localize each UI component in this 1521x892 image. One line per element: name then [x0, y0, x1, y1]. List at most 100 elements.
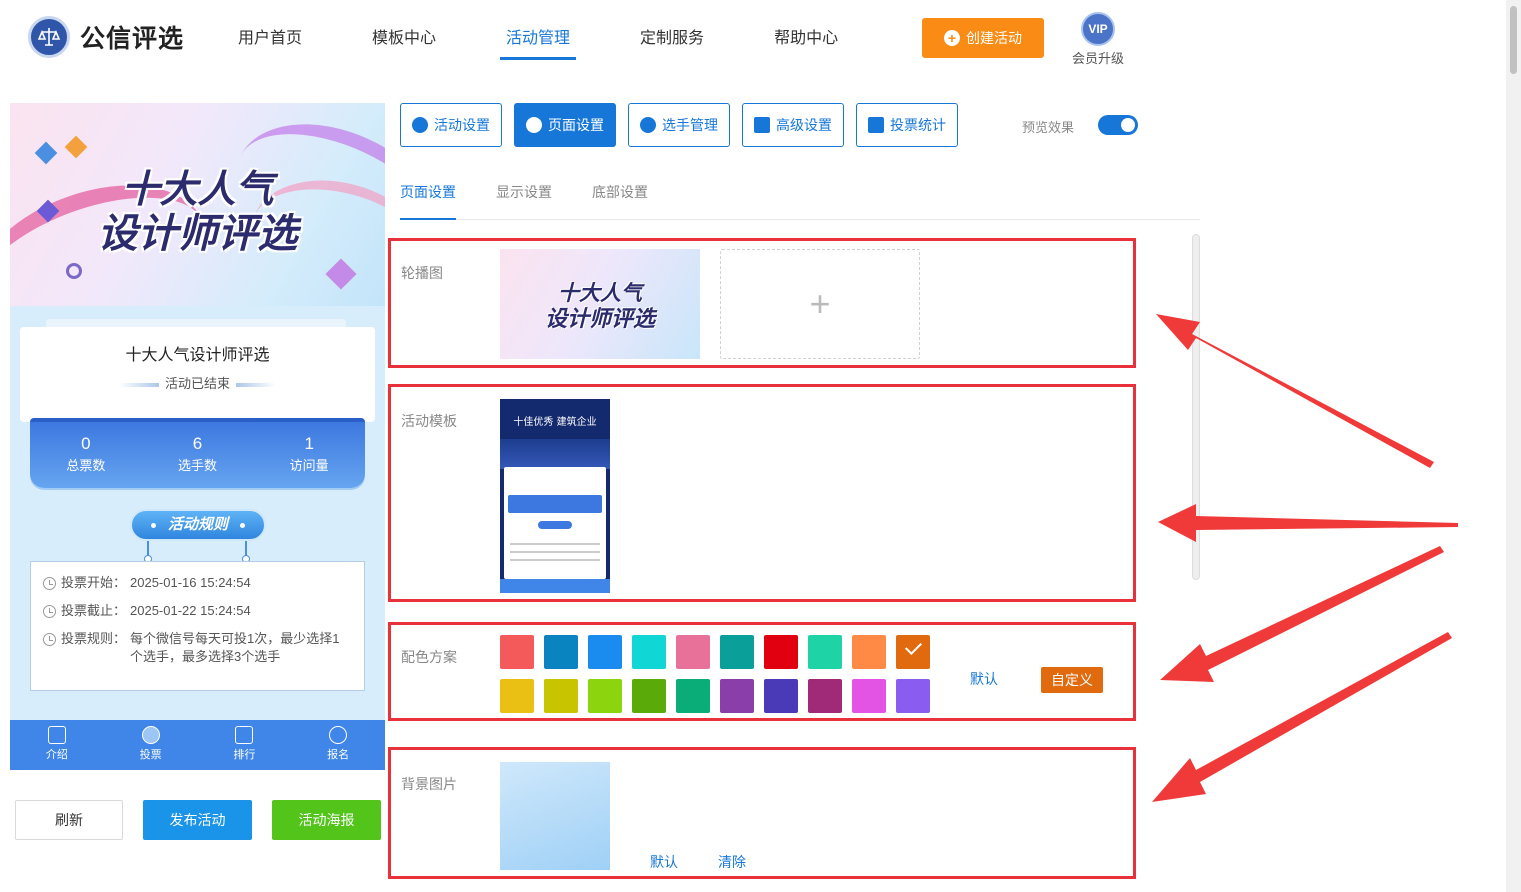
subtab-display-settings[interactable]: 显示设置 — [496, 182, 552, 220]
nav-item-activity-management[interactable]: 活动管理 — [500, 28, 577, 60]
color-swatch[interactable] — [720, 679, 754, 713]
color-swatch[interactable] — [896, 635, 930, 669]
template-thumbnail[interactable]: 十佳优秀 建筑企业 — [500, 399, 610, 593]
color-swatch[interactable] — [588, 635, 622, 669]
template-thumb-title: 十佳优秀 建筑企业 — [513, 417, 597, 428]
color-swatch[interactable] — [808, 679, 842, 713]
rule-row: 投票截止： 2025-01-22 15:24:54 — [43, 602, 352, 620]
color-swatch[interactable] — [852, 679, 886, 713]
clock-icon — [43, 577, 56, 590]
document-icon — [47, 726, 66, 744]
tab-label: 投票 — [139, 749, 162, 761]
vip-upgrade-label: 会员升级 — [1071, 51, 1124, 66]
preview-effect-toggle[interactable] — [1098, 115, 1138, 135]
stat-label: 选手数 — [178, 458, 218, 473]
tab-advanced-settings[interactable]: 高级设置 — [742, 103, 844, 147]
tab-label: 介绍 — [45, 749, 68, 761]
tab-activity-settings[interactable]: 活动设置 — [400, 103, 502, 147]
color-swatch[interactable] — [896, 679, 930, 713]
color-swatch[interactable] — [544, 635, 578, 669]
nav-item-home[interactable]: 用户首页 — [238, 28, 302, 60]
background-clear-link[interactable]: 清除 — [718, 852, 746, 872]
gear-icon — [526, 117, 542, 133]
color-swatch[interactable] — [808, 635, 842, 669]
rules-title: 活动规则 — [167, 516, 228, 533]
color-swatch[interactable] — [676, 635, 710, 669]
preview-tab-signup[interactable]: 报名 — [291, 720, 385, 770]
color-swatch[interactable] — [720, 635, 754, 669]
color-swatch[interactable] — [676, 679, 710, 713]
page-settings-subtabs: 页面设置 显示设置 底部设置 — [400, 182, 1200, 220]
rule-key: 投票开始： — [61, 575, 127, 590]
tab-label: 报名 — [327, 749, 350, 761]
plus-circle-icon: + — [944, 30, 960, 46]
rule-row: 投票开始： 2025-01-16 15:24:54 — [43, 574, 352, 592]
color-scheme-section: 配色方案 默认 自定义 — [388, 622, 1136, 721]
carousel-section: 轮播图 十大人气 设计师评选 + — [388, 238, 1136, 368]
color-swatch[interactable] — [632, 635, 666, 669]
color-swatch[interactable] — [500, 679, 534, 713]
color-swatch[interactable] — [544, 679, 578, 713]
color-swatch[interactable] — [500, 635, 534, 669]
activity-poster-button[interactable]: 活动海报 — [272, 800, 381, 840]
preview-banner: 十大人气 设计师评选 — [10, 103, 385, 306]
clock-icon — [43, 605, 56, 618]
nav-item-templates[interactable]: 模板中心 — [372, 28, 436, 60]
logo[interactable]: 公信评选 — [28, 16, 184, 58]
color-swatch[interactable] — [588, 679, 622, 713]
color-swatch[interactable] — [852, 635, 886, 669]
create-activity-button[interactable]: + 创建活动 — [922, 18, 1044, 58]
color-swatch[interactable] — [764, 635, 798, 669]
tool-label: 活动设置 — [434, 117, 490, 133]
chart-icon — [235, 726, 254, 744]
activity-title: 十大人气设计师评选 — [125, 347, 270, 364]
page-scrollbar-thumb[interactable] — [1510, 6, 1517, 74]
carousel-label: 轮播图 — [401, 265, 443, 281]
nav-item-help[interactable]: 帮助中心 — [774, 28, 838, 60]
arrow-to-template — [1158, 504, 1458, 542]
background-image-thumbnail[interactable] — [500, 762, 610, 870]
publish-activity-button[interactable]: 发布活动 — [143, 800, 252, 840]
stat-visits: 1 访问量 — [253, 422, 365, 488]
activity-status: 活动已结束 — [20, 373, 375, 392]
tool-label: 选手管理 — [662, 117, 718, 133]
star-icon — [412, 117, 428, 133]
mobile-preview: 十大人气 设计师评选 十大人气设计师评选 活动已结束 0 总票数 6 选手数 1… — [10, 103, 385, 770]
stat-value: 6 — [192, 434, 203, 453]
preview-tab-intro[interactable]: 介绍 — [10, 720, 104, 770]
stat-value: 0 — [81, 434, 91, 453]
tab-contestant-management[interactable]: 选手管理 — [628, 103, 730, 147]
refresh-button[interactable]: 刷新 — [15, 800, 123, 840]
vip-upgrade[interactable]: VIP 会员升级 — [1068, 12, 1128, 67]
rule-value: 2025-01-22 15:24:54 — [130, 603, 251, 618]
subtab-page-settings[interactable]: 页面设置 — [400, 182, 456, 220]
tool-label: 页面设置 — [548, 117, 604, 133]
rule-row: 投票规则： 每个微信号每天可投1次，最少选择1个选手，最多选择3个选手 — [43, 630, 352, 666]
color-custom-button[interactable]: 自定义 — [1041, 667, 1103, 693]
tab-page-settings[interactable]: 页面设置 — [514, 103, 616, 147]
stat-total-votes: 0 总票数 — [30, 422, 142, 488]
add-carousel-image-button[interactable]: + — [720, 249, 920, 359]
info-icon — [43, 633, 56, 646]
color-swatch[interactable] — [632, 679, 666, 713]
page-scrollbar[interactable] — [1506, 0, 1521, 892]
stat-value: 1 — [304, 434, 314, 453]
subtab-footer-settings[interactable]: 底部设置 — [592, 182, 648, 220]
nav-item-custom-service[interactable]: 定制服务 — [640, 28, 704, 60]
template-section: 活动模板 十佳优秀 建筑企业 — [388, 384, 1136, 602]
arrow-to-colors — [1160, 546, 1444, 682]
settings-icon — [754, 117, 770, 133]
color-default-link[interactable]: 默认 — [970, 669, 998, 689]
background-default-link[interactable]: 默认 — [650, 852, 678, 872]
preview-tab-vote[interactable]: 投票 — [104, 720, 198, 770]
preview-tabbar: 介绍 投票 排行 报名 — [10, 720, 385, 770]
tool-label: 投票统计 — [890, 117, 946, 133]
tab-vote-statistics[interactable]: 投票统计 — [856, 103, 958, 147]
create-activity-label: 创建活动 — [966, 30, 1022, 46]
bar-chart-icon — [868, 117, 884, 133]
carousel-image[interactable]: 十大人气 设计师评选 — [500, 249, 700, 359]
preview-tab-ranking[interactable]: 排行 — [198, 720, 292, 770]
color-swatch[interactable] — [764, 679, 798, 713]
vip-badge-icon: VIP — [1081, 12, 1115, 46]
settings-scrollbar[interactable] — [1192, 234, 1200, 580]
